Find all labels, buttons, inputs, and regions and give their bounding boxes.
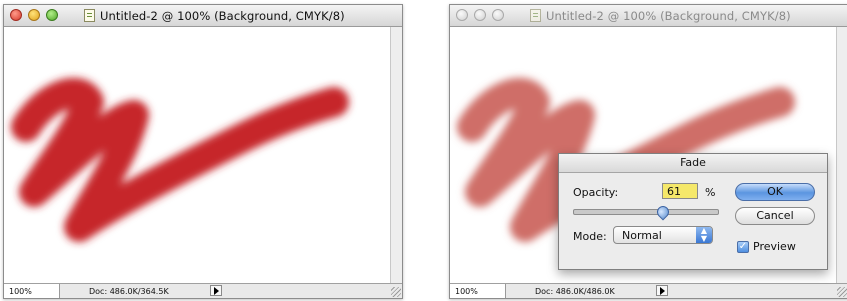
- preview-label: Preview: [753, 240, 796, 253]
- close-icon[interactable]: [10, 9, 22, 21]
- status-bar: 100% Doc: 486.0K/486.0K: [450, 283, 847, 298]
- document-proxy-icon[interactable]: [530, 9, 541, 22]
- ok-button[interactable]: OK: [735, 183, 815, 201]
- close-icon[interactable]: [456, 9, 468, 21]
- zoom-icon[interactable]: [492, 9, 504, 21]
- dialog-title: Fade: [559, 154, 827, 173]
- opacity-label: Opacity:: [573, 186, 619, 199]
- title-bar[interactable]: Untitled-2 @ 100% (Background, CMYK/8): [4, 5, 402, 27]
- status-menu-arrow-icon[interactable]: [656, 285, 668, 296]
- zoom-level-field[interactable]: 100%: [450, 284, 506, 298]
- brush-stroke-image: [11, 77, 349, 242]
- zoom-level-field[interactable]: 100%: [4, 284, 60, 298]
- slider-thumb-icon[interactable]: [654, 203, 672, 221]
- minimize-icon[interactable]: [474, 9, 486, 21]
- chevron-updown-icon: ▲ ▼: [696, 227, 712, 243]
- doc-size-info: Doc: 486.0K/364.5K: [89, 287, 169, 296]
- opacity-slider[interactable]: [573, 203, 719, 221]
- minimize-icon[interactable]: [28, 9, 40, 21]
- title-bar[interactable]: Untitled-2 @ 100% (Background, CMYK/8): [450, 5, 847, 27]
- zoom-icon[interactable]: [46, 9, 58, 21]
- opacity-input[interactable]: [662, 183, 698, 199]
- window-title: Untitled-2 @ 100% (Background, CMYK/8): [100, 9, 345, 23]
- vertical-scrollbar[interactable]: [836, 27, 847, 283]
- mode-label: Mode:: [573, 230, 607, 243]
- resize-grip-icon[interactable]: [391, 287, 401, 297]
- brush-stroke: [11, 77, 349, 242]
- doc-size-info: Doc: 486.0K/486.0K: [535, 287, 615, 296]
- vertical-scrollbar[interactable]: [390, 27, 402, 283]
- document-window-original: Untitled-2 @ 100% (Background, CMYK/8) 1…: [3, 4, 403, 299]
- image-canvas[interactable]: [4, 27, 400, 283]
- status-menu-arrow-icon[interactable]: [210, 285, 222, 296]
- preview-option[interactable]: ✓ Preview: [737, 240, 796, 253]
- cancel-button[interactable]: Cancel: [735, 207, 815, 225]
- mode-select[interactable]: Normal ▲ ▼: [613, 226, 713, 244]
- preview-checkbox[interactable]: ✓: [737, 240, 749, 253]
- percent-sign: %: [705, 186, 716, 199]
- fade-dialog: Fade Opacity: % Mode: Normal ▲▼ OK Cance…: [558, 153, 828, 270]
- window-title: Untitled-2 @ 100% (Background, CMYK/8): [546, 9, 791, 23]
- document-proxy-icon[interactable]: [84, 9, 95, 22]
- resize-grip-icon[interactable]: [837, 287, 847, 297]
- status-bar: 100% Doc: 486.0K/364.5K: [4, 283, 402, 298]
- mode-select-value: Normal: [622, 229, 662, 242]
